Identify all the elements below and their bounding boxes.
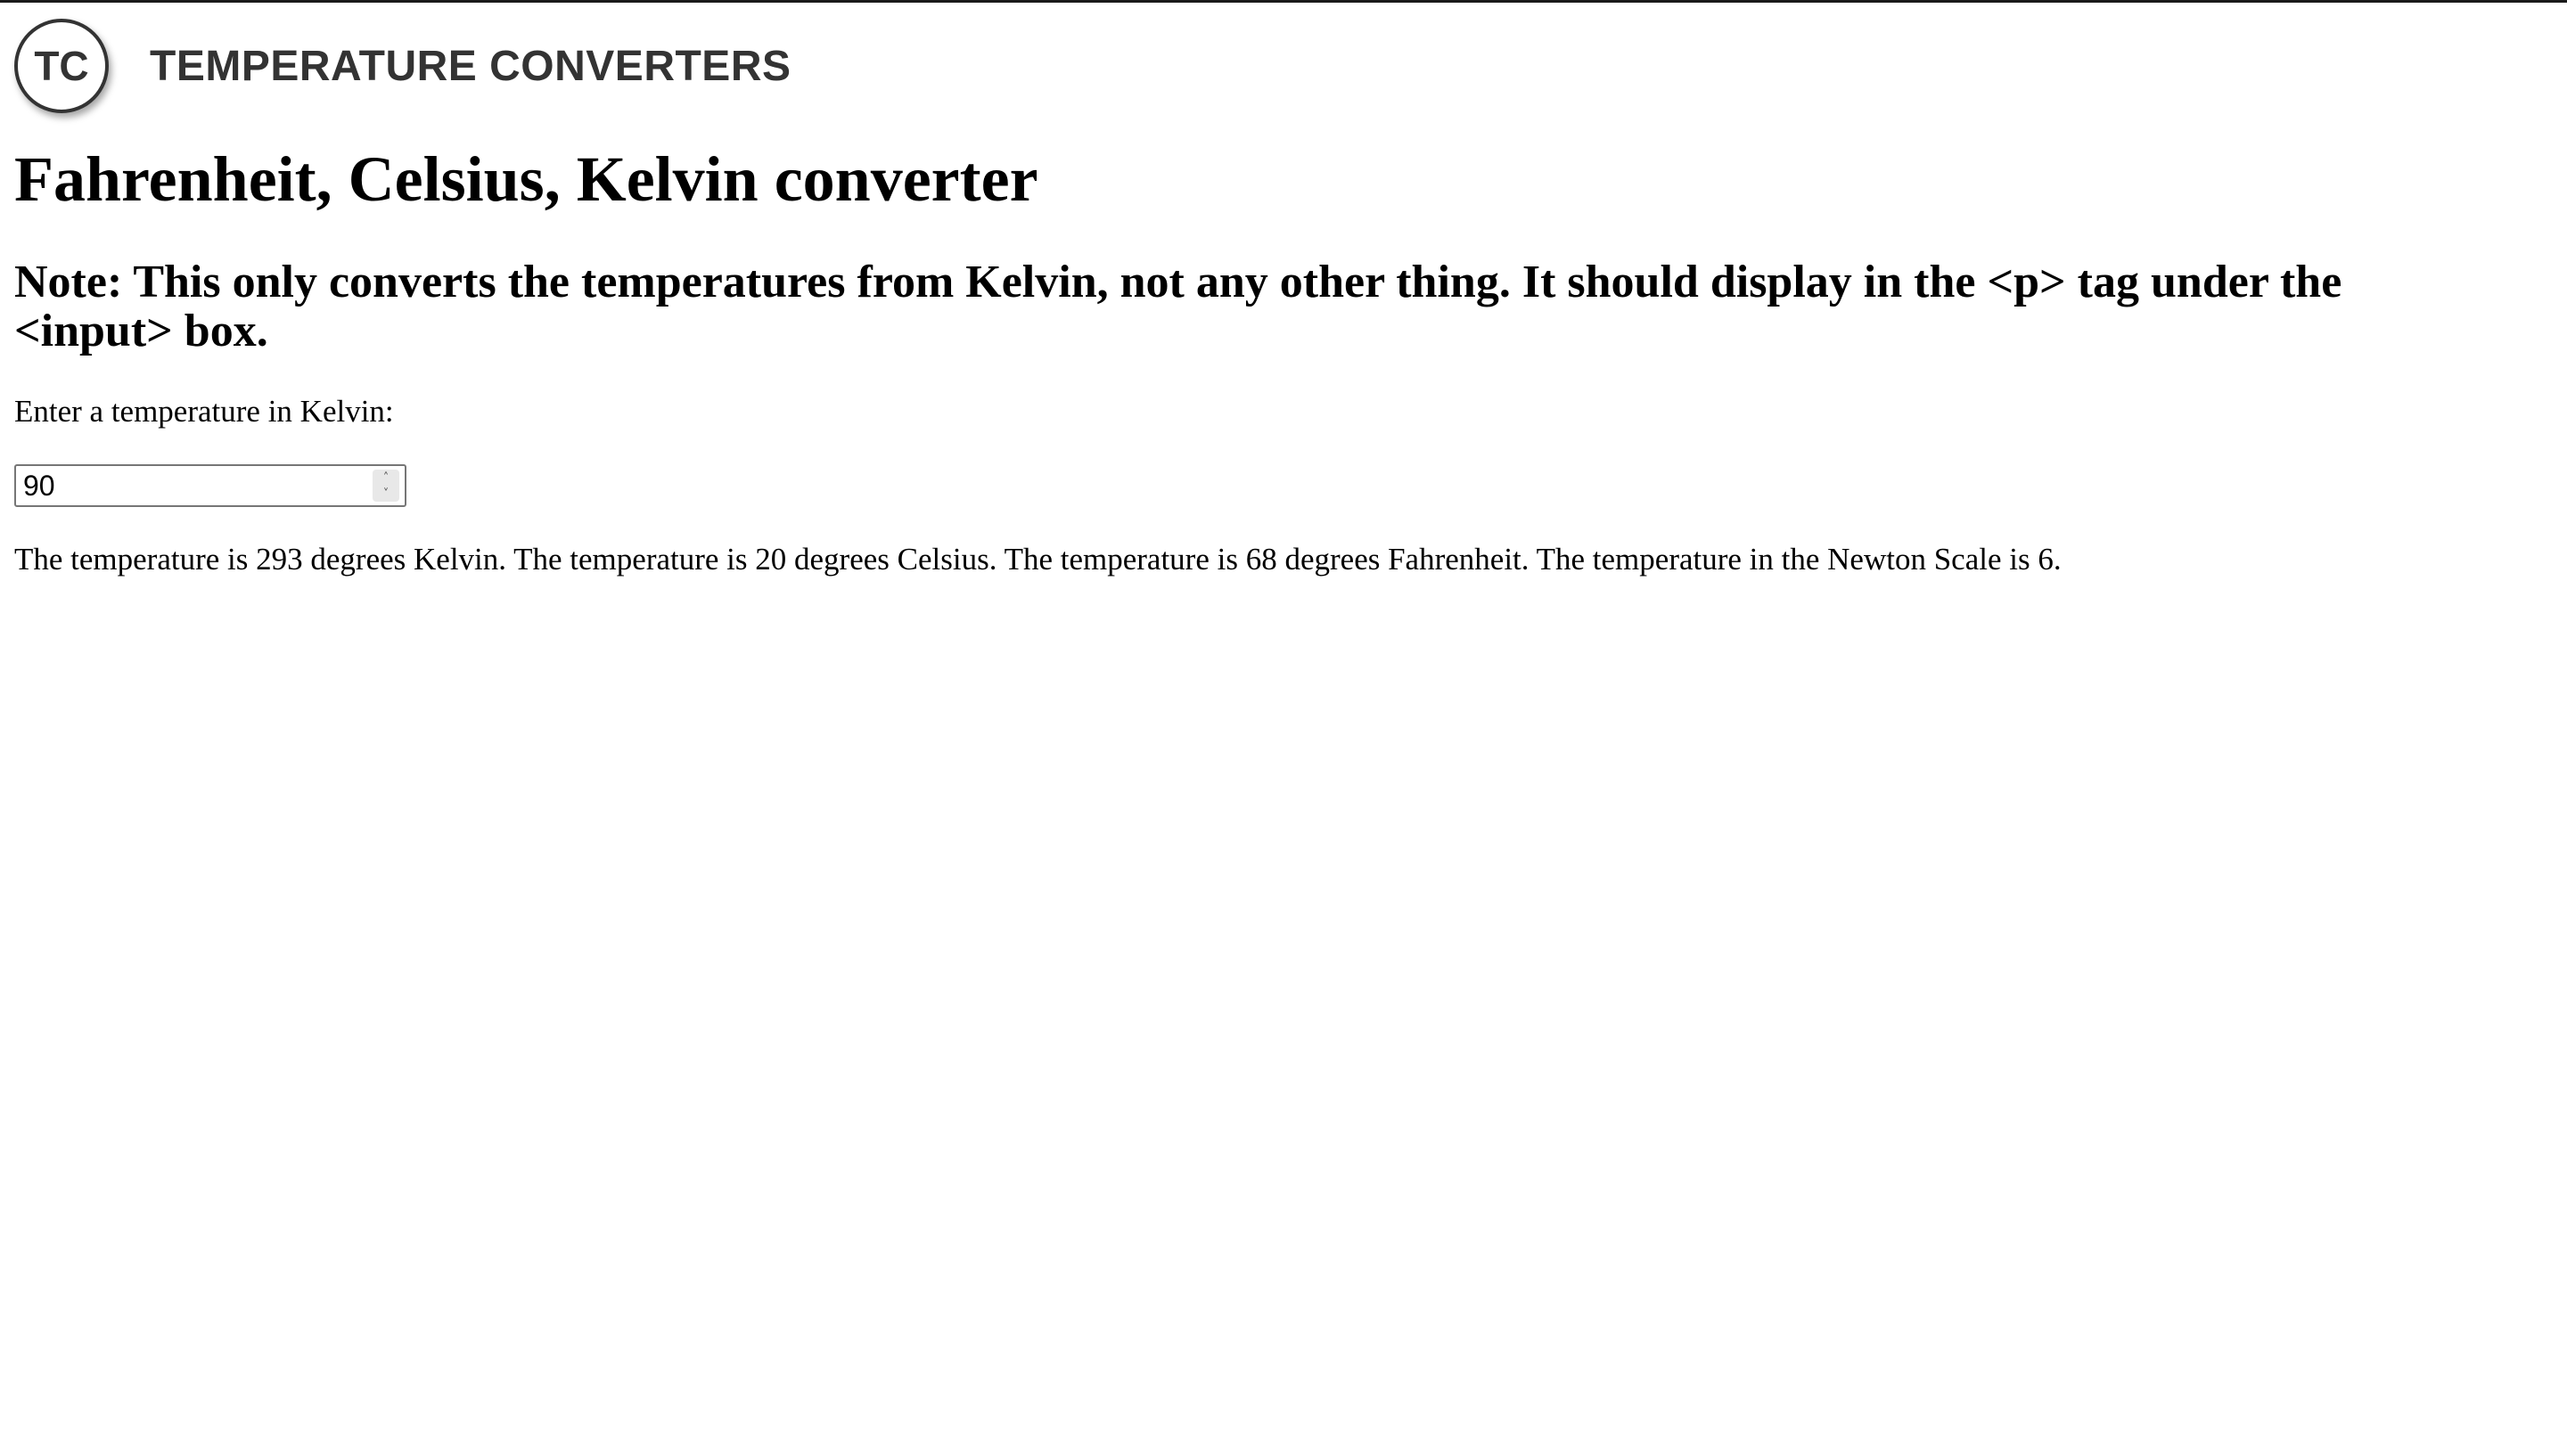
kelvin-input-wrapper: ˄ ˅ xyxy=(14,464,406,508)
conversion-result: The temperature is 293 degrees Kelvin. T… xyxy=(14,542,2062,577)
note-heading: Note: This only converts the temperature… xyxy=(14,256,2342,356)
kelvin-input-label: Enter a temperature in Kelvin: xyxy=(14,394,394,429)
page-title: Fahrenheit, Celsius, Kelvin converter xyxy=(14,143,1038,215)
site-header: TC TEMPERATURE CONVERTERS xyxy=(14,18,791,114)
kelvin-input[interactable] xyxy=(14,464,406,508)
logo-text: TC xyxy=(34,43,89,89)
main-content: Fahrenheit, Celsius, Kelvin converter No… xyxy=(14,143,2528,578)
number-spinner[interactable]: ˄ ˅ xyxy=(373,470,399,503)
logo: TC xyxy=(14,19,109,113)
chevron-down-icon[interactable]: ˅ xyxy=(383,488,390,500)
chevron-up-icon[interactable]: ˄ xyxy=(383,472,390,484)
site-title: TEMPERATURE CONVERTERS xyxy=(150,42,791,90)
top-border-line xyxy=(0,0,2567,3)
